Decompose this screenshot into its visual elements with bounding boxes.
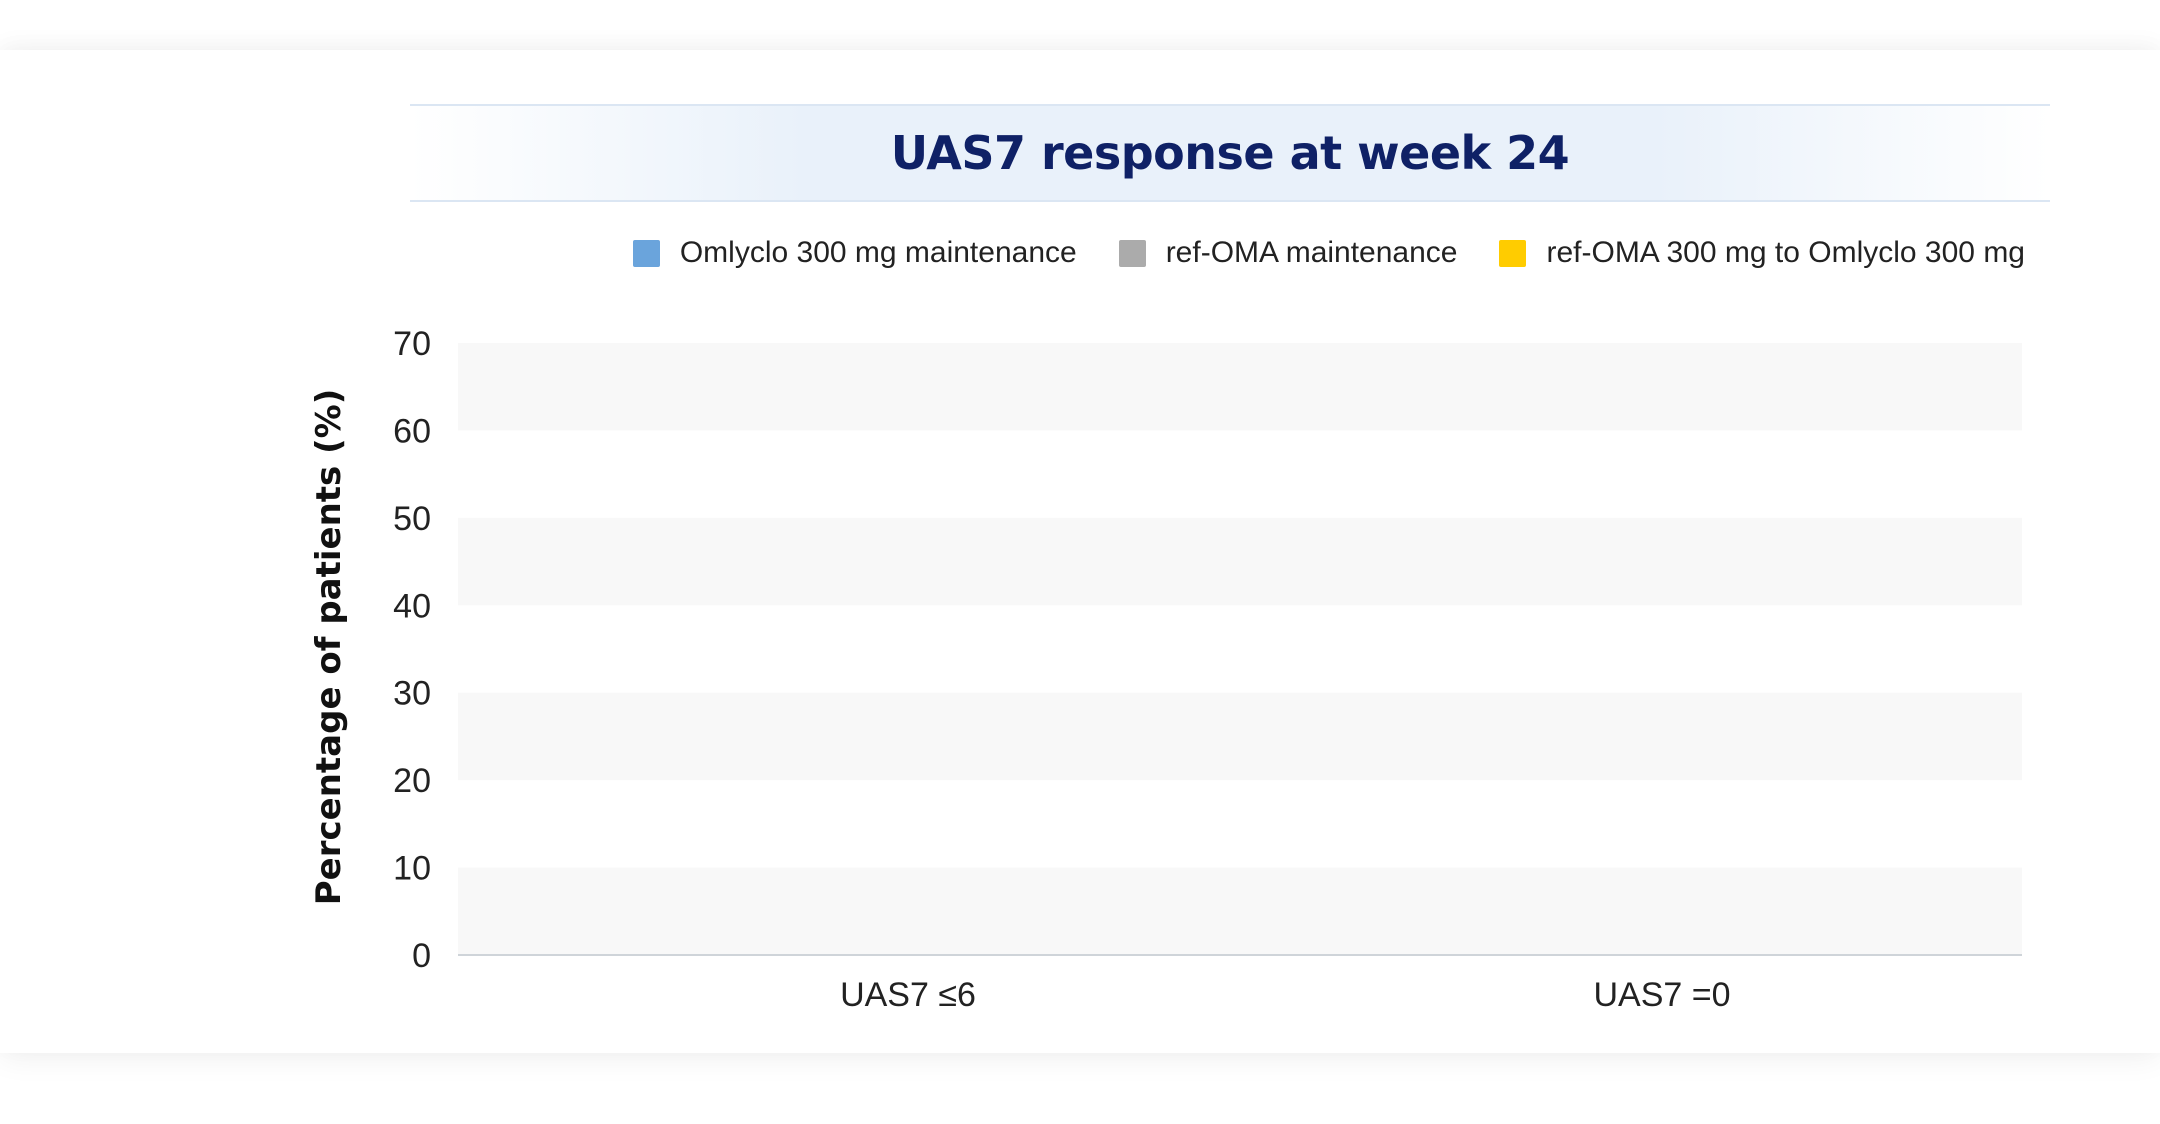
y-tick-label: 10 (393, 850, 431, 888)
grid-bands (458, 343, 2022, 955)
y-axis-label: Percentage of patients (%) (309, 389, 349, 906)
x-tick-labels: UAS7 ≤6 UAS7 =0 (840, 976, 1730, 1014)
y-tick-label: 20 (393, 762, 431, 800)
y-tick-label: 0 (412, 937, 431, 975)
x-tick-label: UAS7 ≤6 (840, 976, 976, 1014)
grid-band (458, 343, 2022, 431)
y-tick-label: 40 (393, 587, 431, 625)
grid-band (458, 867, 2022, 955)
grid-band (458, 517, 2022, 606)
y-tick-labels: 0 10 20 30 40 50 60 70 (393, 325, 431, 975)
page: UAS7 response at week 24 Omlyclo 300 mg … (0, 0, 2160, 1124)
x-tick-label: UAS7 =0 (1593, 976, 1730, 1014)
y-tick-label: 50 (393, 500, 431, 538)
y-tick-label: 60 (393, 412, 431, 450)
y-tick-label: 70 (393, 325, 431, 363)
grid-band (458, 692, 2022, 781)
y-tick-label: 30 (393, 675, 431, 713)
chart-plot: 0 10 20 30 40 50 60 70 UAS7 ≤6 UAS7 =0 Percentag… (309, 325, 2022, 1014)
